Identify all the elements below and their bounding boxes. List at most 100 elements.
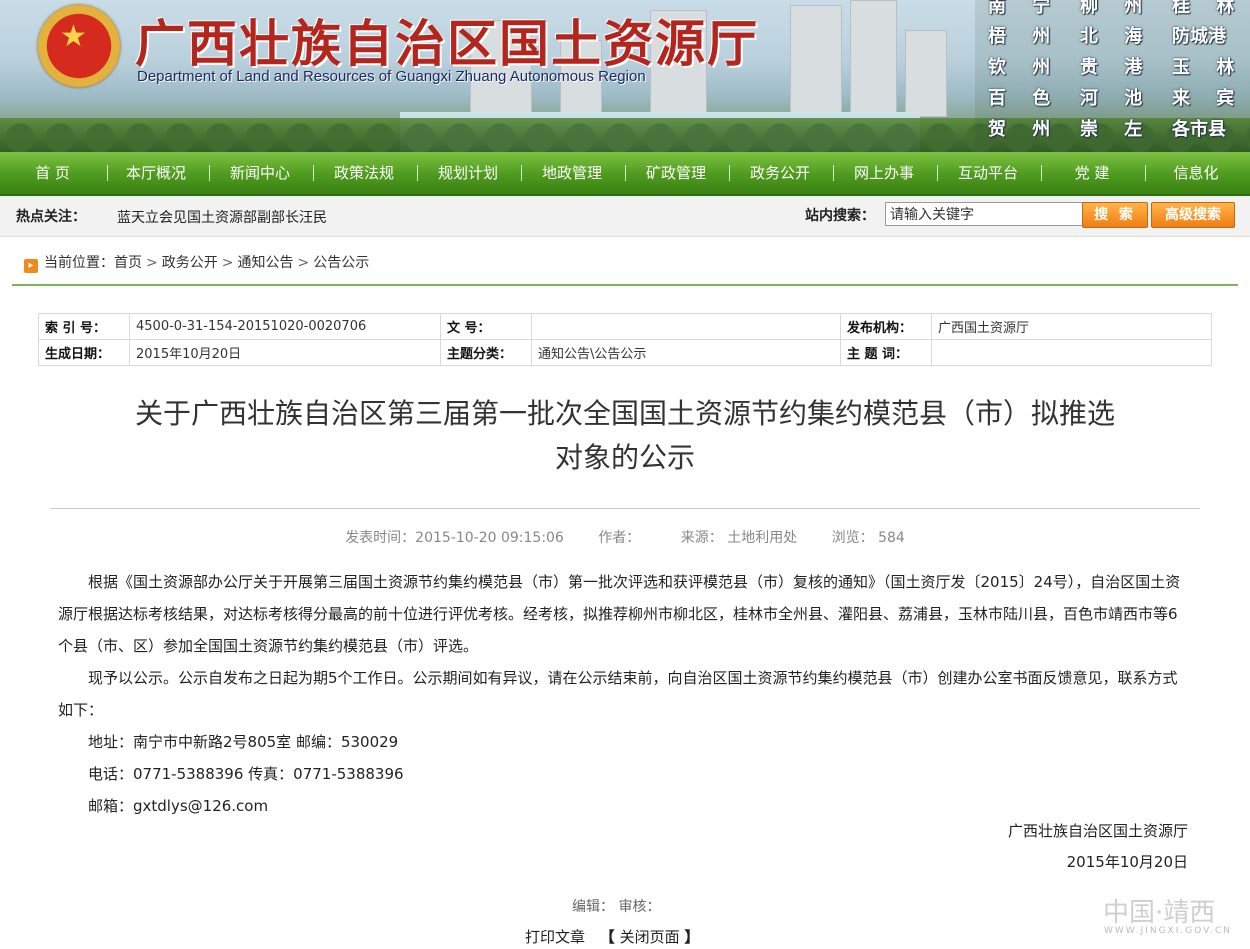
chevron-right-icon: > <box>297 255 310 271</box>
hot-topics-label: 热点关注： <box>16 209 86 225</box>
city-link[interactable]: 北 海 <box>1080 22 1152 48</box>
banner-building <box>790 5 842 117</box>
search-label: 站内搜索： <box>805 208 875 224</box>
document-meta-table: 索 引 号： 4500-0-31-154-20151020-0020706 文 … <box>38 313 1212 366</box>
signature-org: 广西壮族自治区国土资源厅 <box>1007 822 1188 840</box>
publish-time: 发表时间：2015-10-20 09:15:06 <box>345 530 564 546</box>
nav-mineral-admin[interactable]: 矿政管理 <box>631 152 721 194</box>
author: 作者： <box>598 530 641 546</box>
city-link[interactable]: 贺 州 <box>988 115 1060 141</box>
nav-party[interactable]: 党 建 <box>1047 152 1137 194</box>
nav-divider <box>833 165 834 181</box>
signature-date: 2015年10月20日 <box>1066 853 1188 871</box>
star-icon: ★ <box>60 19 87 54</box>
city-link[interactable]: 各市县 <box>1172 115 1226 141</box>
city-link[interactable]: 梧 州 <box>988 22 1060 48</box>
contact-address: 地址：南宁市中新路2号805室 邮编：530029 <box>88 733 399 751</box>
meta-key: 索 引 号： <box>38 313 130 340</box>
table-row: 生成日期： 2015年10月20日 主题分类： 通知公告\公告公示 主 题 词： <box>38 339 1212 366</box>
meta-key: 发布机构： <box>840 313 932 340</box>
meta-created-date: 2015年10月20日 <box>129 339 441 366</box>
city-link[interactable]: 南 宁 <box>988 0 1060 18</box>
city-link[interactable]: 河 池 <box>1080 84 1152 110</box>
chevron-right-icon: > <box>221 255 234 271</box>
nav-divider <box>417 165 418 181</box>
breadcrumb-notices[interactable]: 通知公告 <box>237 255 293 271</box>
hot-topics-bar: 热点关注： 蓝天立会见国土资源部副部长汪民 站内搜索： 搜 索 高级搜索 <box>0 196 1250 237</box>
city-link[interactable]: 来 宾 <box>1172 84 1244 110</box>
paragraph: 现予以公示。公示自发布之日起为期5个工作日。公示期间如有异议，请在公示结束前，向… <box>58 669 1178 719</box>
breadcrumb: ▸ 当前位置：首页 > 政务公开 > 通知公告 > 公告公示 <box>24 252 369 273</box>
nav-divider <box>937 165 938 181</box>
breadcrumb-gov-affairs[interactable]: 政务公开 <box>162 255 218 271</box>
nav-interaction[interactable]: 互动平台 <box>943 152 1033 194</box>
bracket: 【 <box>599 928 615 946</box>
search-input[interactable] <box>885 202 1083 226</box>
print-article-link[interactable]: 打印文章 <box>525 928 585 946</box>
nav-planning[interactable]: 规划计划 <box>423 152 513 194</box>
watermark: 中国·靖西 <box>1103 898 1216 928</box>
meta-key: 生成日期： <box>38 339 130 366</box>
site-title: 广西壮族自治区国土资源厅 <box>135 15 759 73</box>
breadcrumb-prefix: 当前位置： <box>44 255 114 271</box>
article-title: 关于广西壮族自治区第三届第一批次全国国土资源节约集约模范县（市）拟推选 对象的公… <box>55 392 1195 480</box>
hot-news-link[interactable]: 蓝天立会见国土资源部副部长汪民 <box>117 207 327 227</box>
main-nav: 首 页 本厅概况 新闻中心 政策法规 规划计划 地政管理 矿政管理 政务公开 网… <box>0 152 1250 196</box>
advanced-search-button[interactable]: 高级搜索 <box>1151 202 1235 228</box>
national-emblem-icon: ★ <box>38 5 120 87</box>
contact-phone: 电话：0771-5388396 传真：0771-5388396 <box>88 765 404 783</box>
nav-land-admin[interactable]: 地政管理 <box>527 152 617 194</box>
meta-key: 主题分类： <box>440 339 532 366</box>
article-body: 根据《国土资源部办公厅关于开展第三届国土资源节约集约模范县（市）第一批次评选和获… <box>58 566 1188 822</box>
banner-building <box>905 30 947 117</box>
banner-building <box>850 0 897 117</box>
city-link[interactable]: 贵 港 <box>1080 53 1152 79</box>
header-banner: ★ 广西壮族自治区国土资源厅 Department of Land and Re… <box>0 0 1250 152</box>
city-links: 南 宁 柳 州 桂 林 梧 州 北 海 防城港 钦 州 贵 港 玉 林 百 色 … <box>975 0 1250 152</box>
source: 来源： 土地利用处 <box>680 530 798 546</box>
meta-index-number: 4500-0-31-154-20151020-0020706 <box>129 313 441 340</box>
nav-divider <box>107 165 108 181</box>
breadcrumb-announcements[interactable]: 公告公示 <box>313 255 369 271</box>
meta-topic: 通知公告\公告公示 <box>531 339 841 366</box>
contact-email: 邮箱：gxtdlys@126.com <box>88 797 269 815</box>
city-link[interactable]: 玉 林 <box>1172 53 1244 79</box>
table-row: 索 引 号： 4500-0-31-154-20151020-0020706 文 … <box>38 313 1212 340</box>
nav-divider <box>729 165 730 181</box>
nav-gov-affairs[interactable]: 政务公开 <box>735 152 825 194</box>
nav-divider <box>1041 165 1042 181</box>
meta-keywords <box>931 339 1212 366</box>
article-actions: 打印文章 【 关闭页面 】 <box>525 926 699 947</box>
location-icon: ▸ <box>24 259 38 273</box>
nav-divider <box>521 165 522 181</box>
nav-divider <box>1145 165 1146 181</box>
search-button[interactable]: 搜 索 <box>1082 202 1148 228</box>
nav-divider <box>313 165 314 181</box>
article-title-line: 对象的公示 <box>554 441 695 474</box>
nav-news[interactable]: 新闻中心 <box>215 152 305 194</box>
paragraph: 根据《国土资源部办公厅关于开展第三届国土资源节约集约模范县（市）第一批次评选和获… <box>58 573 1181 655</box>
city-link[interactable]: 防城港 <box>1172 22 1226 48</box>
bracket: 】 <box>684 928 700 946</box>
close-page-link[interactable]: 关闭页面 <box>620 928 680 946</box>
nav-informatization[interactable]: 信息化 <box>1151 152 1241 194</box>
city-link[interactable]: 桂 林 <box>1172 0 1244 18</box>
chevron-right-icon: > <box>146 255 158 271</box>
meta-doc-number <box>531 313 841 340</box>
watermark-url: WWW.JINGXI.GOV.CN <box>1104 926 1232 936</box>
editor-info: 编辑： 审核： <box>572 899 661 915</box>
view-count: 浏览： 584 <box>831 530 905 546</box>
meta-publisher: 广西国土资源厅 <box>931 313 1212 340</box>
city-link[interactable]: 柳 州 <box>1080 0 1152 18</box>
city-link[interactable]: 钦 州 <box>988 53 1060 79</box>
city-link[interactable]: 百 色 <box>988 84 1060 110</box>
nav-about[interactable]: 本厅概况 <box>112 152 200 194</box>
title-divider <box>50 508 1200 509</box>
nav-home[interactable]: 首 页 <box>10 152 95 194</box>
nav-online-service[interactable]: 网上办事 <box>839 152 929 194</box>
breadcrumb-home[interactable]: 首页 <box>114 255 142 271</box>
nav-divider <box>209 165 210 181</box>
breadcrumb-divider <box>12 284 1238 286</box>
nav-policy[interactable]: 政策法规 <box>320 152 408 194</box>
city-link[interactable]: 崇 左 <box>1080 115 1152 141</box>
